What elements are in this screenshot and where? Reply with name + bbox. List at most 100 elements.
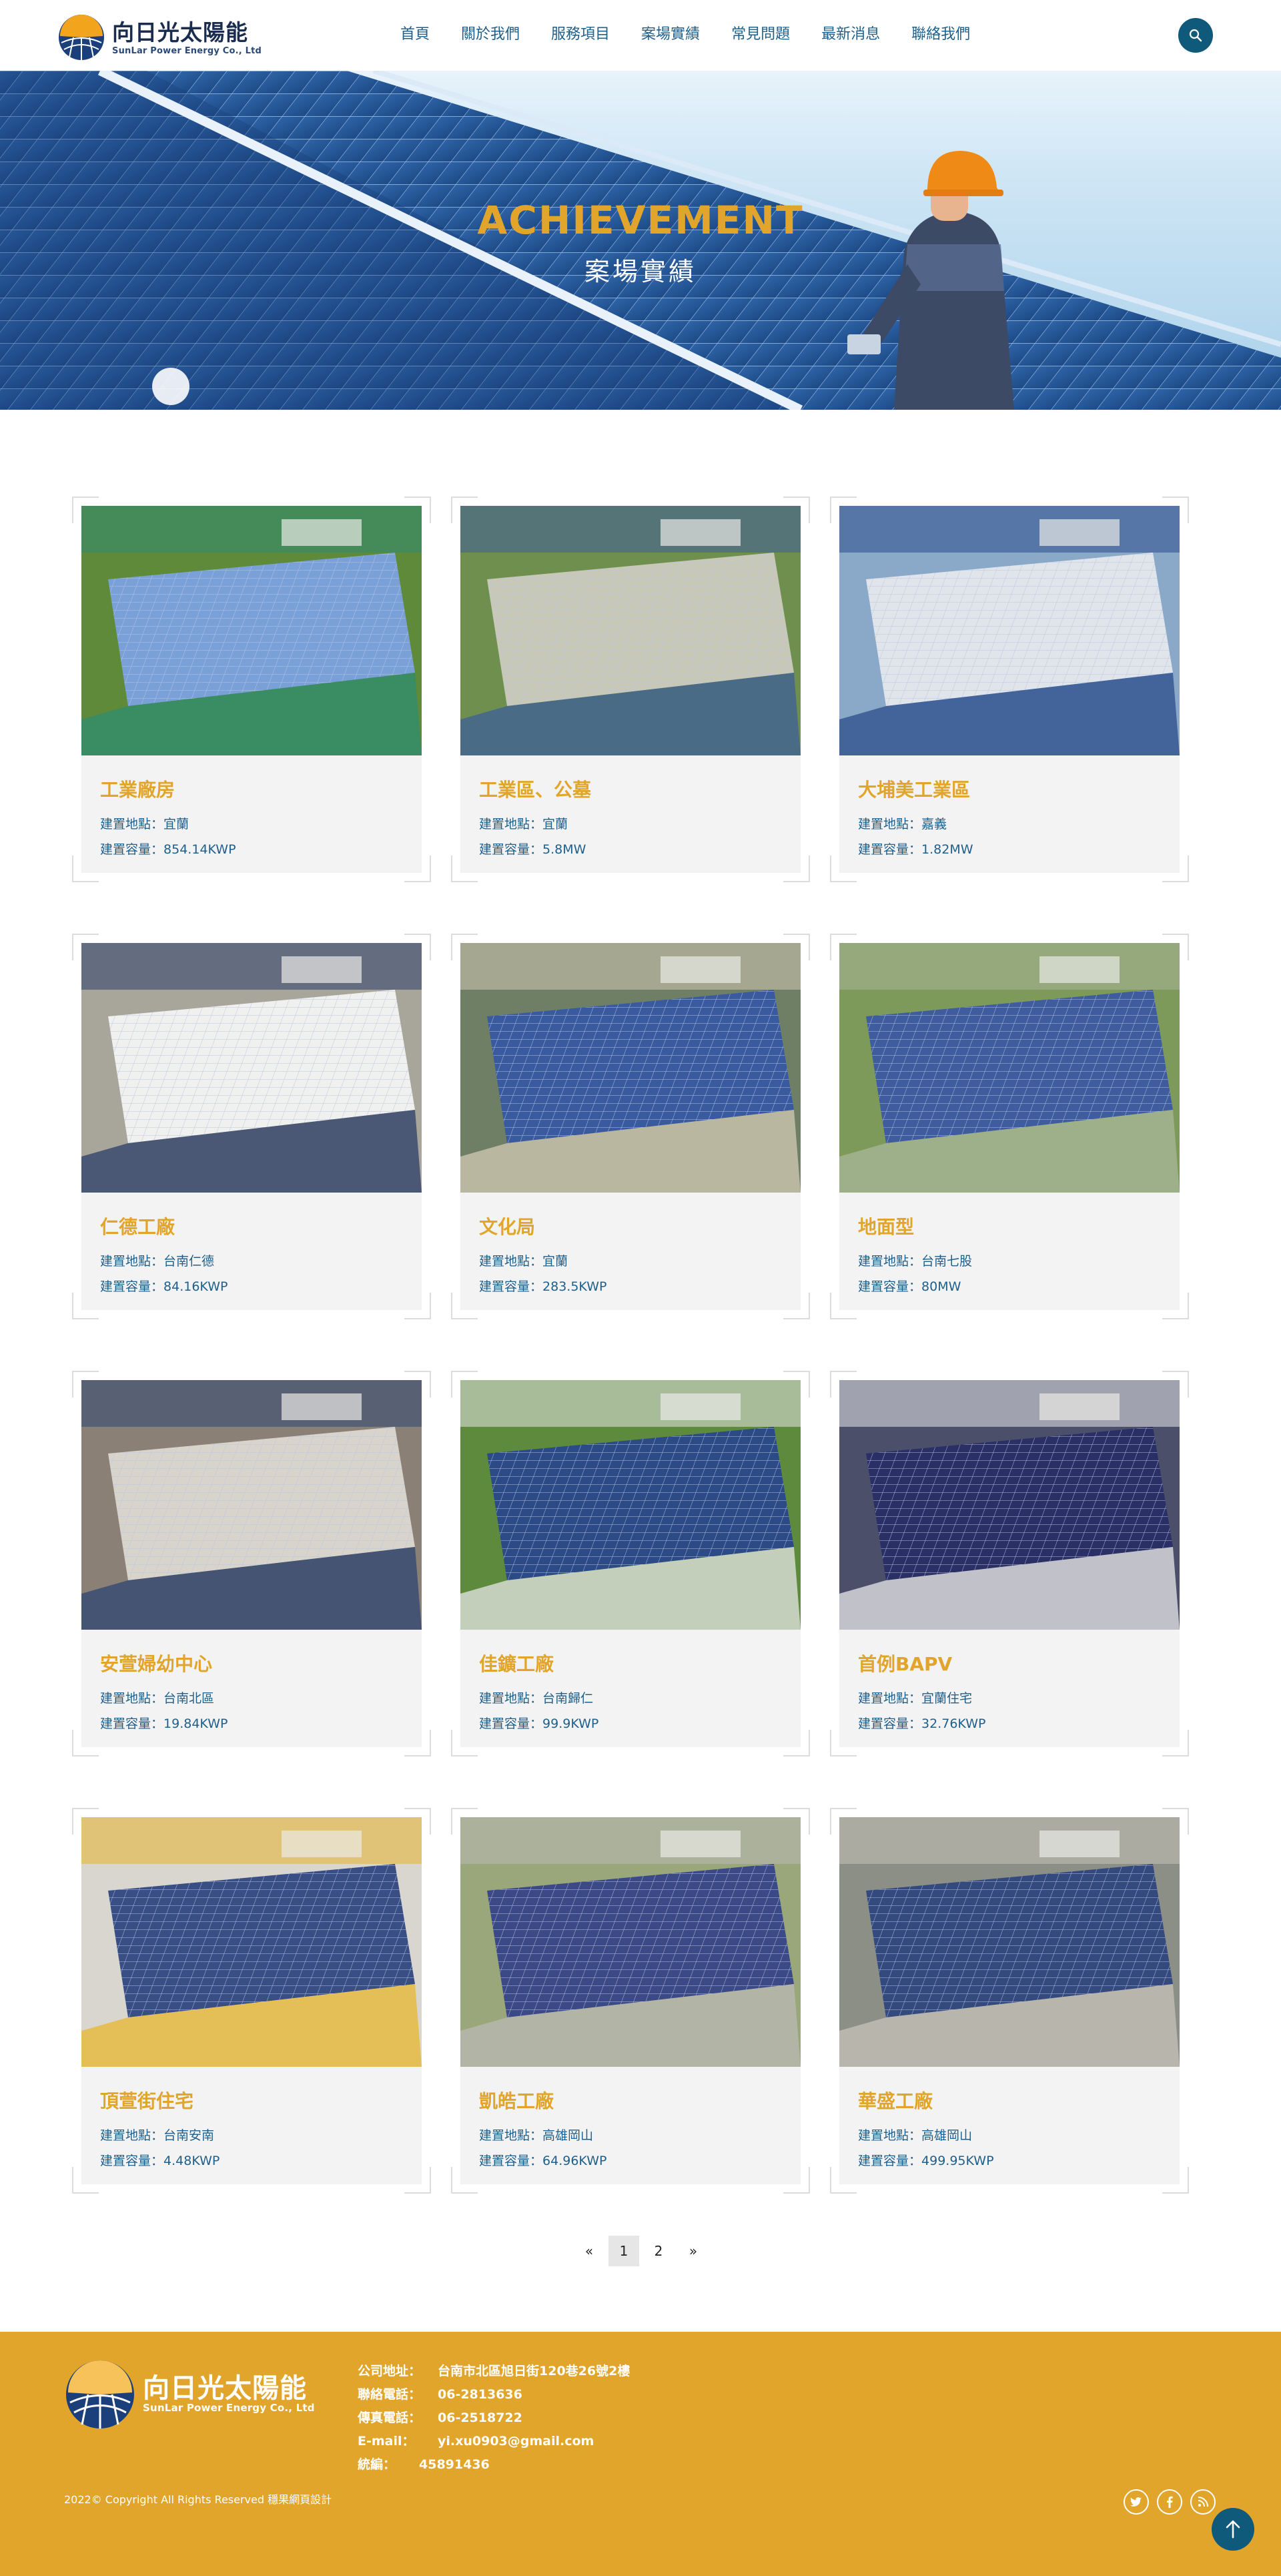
- footer-address-row: 公司地址： 台南市北區旭日街120巷26號2樓: [358, 2360, 630, 2383]
- project-title: 凱皓工廠: [479, 2090, 554, 2112]
- site-header: 向日光太陽能 SunLar Power Energy Co., Ltd 首頁 關…: [0, 0, 1281, 71]
- back-to-top-button[interactable]: [1212, 2508, 1254, 2551]
- site-logo[interactable]: 向日光太陽能 SunLar Power Energy Co., Ltd: [57, 13, 262, 61]
- project-card[interactable]: 頂萱街住宅 建置地點：台南安南 建置容量：4.48KWP: [70, 1806, 433, 2196]
- sun-globe-icon: [57, 13, 105, 61]
- project-photo[interactable]: [460, 1380, 801, 1630]
- footer-email[interactable]: yi.xu0903@gmail.com: [438, 2430, 594, 2453]
- project-info: 頂萱街住宅 建置地點：台南安南 建置容量：4.48KWP: [81, 2067, 422, 2184]
- project-photo[interactable]: [81, 1817, 422, 2067]
- project-photo[interactable]: [839, 1380, 1180, 1630]
- project-photo[interactable]: [81, 943, 422, 1193]
- footer-contact-info: 公司地址： 台南市北區旭日街120巷26號2樓 聯絡電話： 06-2813636…: [358, 2360, 630, 2477]
- rss-icon[interactable]: [1190, 2489, 1216, 2515]
- project-location: 建置地點：高雄岡山: [858, 2128, 973, 2143]
- footer-info-key: 聯絡電話：: [358, 2387, 422, 2402]
- footer-taxid-row: 統編： 45891436: [358, 2453, 630, 2477]
- project-photo[interactable]: [81, 1380, 422, 1630]
- footer-info-key: 傳真電話：: [358, 2410, 422, 2425]
- solar-installation-photo: [839, 1817, 1180, 2067]
- project-photo[interactable]: [81, 506, 422, 755]
- project-info: 工業廠房 建置地點：宜蘭 建置容量：854.14KWP: [81, 755, 422, 873]
- nav-faq[interactable]: 常見問題: [731, 24, 790, 45]
- project-title: 仁德工廠: [100, 1216, 175, 1238]
- footer-phone[interactable]: 06-2813636: [438, 2383, 522, 2406]
- project-title: 工業廠房: [100, 779, 175, 801]
- project-capacity: 建置容量：1.82MW: [858, 842, 973, 857]
- project-info: 仁德工廠 建置地點：台南仁德 建置容量：84.16KWP: [81, 1193, 422, 1310]
- footer-info-key: E-mail：: [358, 2434, 415, 2449]
- pagination-next[interactable]: »: [678, 2236, 709, 2266]
- project-info: 佳鑛工廠 建置地點：台南歸仁 建置容量：99.9KWP: [460, 1630, 801, 1747]
- nav-contact[interactable]: 聯絡我們: [911, 24, 970, 45]
- project-title: 地面型: [858, 1216, 915, 1238]
- project-info: 華盛工廠 建置地點：高雄岡山 建置容量：499.95KWP: [839, 2067, 1180, 2184]
- project-location: 建置地點：台南北區: [100, 1691, 215, 1706]
- social-links: [1124, 2489, 1224, 2515]
- project-card[interactable]: 仁德工廠 建置地點：台南仁德 建置容量：84.16KWP: [70, 932, 433, 1321]
- project-title: 安萱婦幼中心: [100, 1653, 213, 1675]
- project-card[interactable]: 華盛工廠 建置地點：高雄岡山 建置容量：499.95KWP: [828, 1806, 1191, 2196]
- project-info: 工業區、公墓 建置地點：宜蘭 建置容量：5.8MW: [460, 755, 801, 873]
- project-title: 大埔美工業區: [858, 779, 971, 801]
- project-card[interactable]: 文化局 建置地點：宜蘭 建置容量：283.5KWP: [449, 932, 812, 1321]
- sun-globe-icon: [64, 2358, 136, 2431]
- nav-services[interactable]: 服務項目: [551, 24, 610, 45]
- project-card[interactable]: 工業廠房 建置地點：宜蘭 建置容量：854.14KWP: [70, 495, 433, 884]
- project-location: 建置地點：宜蘭: [479, 1254, 568, 1269]
- project-info: 大埔美工業區 建置地點：嘉義 建置容量：1.82MW: [839, 755, 1180, 873]
- project-location: 建置地點：宜蘭: [100, 817, 189, 832]
- search-button[interactable]: [1178, 18, 1213, 53]
- arrow-up-icon: [1226, 2520, 1240, 2539]
- pagination-page-2[interactable]: 2: [643, 2236, 674, 2266]
- footer-logo[interactable]: 向日光太陽能 SunLar Power Energy Co., Ltd: [64, 2358, 315, 2431]
- project-capacity: 建置容量：19.84KWP: [100, 1716, 228, 1731]
- project-photo[interactable]: [839, 506, 1180, 755]
- hero-subtitle: 案場實績: [584, 257, 697, 286]
- project-capacity: 建置容量：499.95KWP: [858, 2154, 994, 2168]
- solar-installation-photo: [839, 506, 1180, 755]
- nav-about[interactable]: 關於我們: [461, 24, 520, 45]
- project-title: 首例BAPV: [858, 1653, 953, 1675]
- project-photo[interactable]: [460, 943, 801, 1193]
- project-photo[interactable]: [460, 506, 801, 755]
- nav-home[interactable]: 首頁: [400, 24, 430, 45]
- project-info: 地面型 建置地點：台南七股 建置容量：80MW: [839, 1193, 1180, 1310]
- project-card[interactable]: 地面型 建置地點：台南七股 建置容量：80MW: [828, 932, 1191, 1321]
- footer-info-key: 統編：: [358, 2457, 396, 2472]
- project-title: 工業區、公墓: [479, 779, 592, 801]
- footer-logo-name-en: SunLar Power Energy Co., Ltd: [143, 2402, 315, 2414]
- logo-name-en: SunLar Power Energy Co., Ltd: [112, 45, 262, 56]
- facebook-icon[interactable]: [1157, 2489, 1182, 2515]
- project-card[interactable]: 凱皓工廠 建置地點：高雄岡山 建置容量：64.96KWP: [449, 1806, 812, 2196]
- solar-installation-photo: [460, 1380, 801, 1630]
- project-photo[interactable]: [839, 943, 1180, 1193]
- project-title: 頂萱街住宅: [100, 2090, 194, 2112]
- footer-logo-name-cn: 向日光太陽能: [143, 2373, 307, 2404]
- footer-phone-row: 聯絡電話： 06-2813636: [358, 2383, 630, 2406]
- project-info: 安萱婦幼中心 建置地點：台南北區 建置容量：19.84KWP: [81, 1630, 422, 1747]
- solar-installation-photo: [460, 943, 801, 1193]
- project-photo[interactable]: [839, 1817, 1180, 2067]
- nav-projects[interactable]: 案場實績: [641, 24, 700, 45]
- solar-installation-photo: [81, 506, 422, 755]
- project-photo[interactable]: [460, 1817, 801, 2067]
- pagination-prev[interactable]: «: [574, 2236, 604, 2266]
- nav-news[interactable]: 最新消息: [821, 24, 880, 45]
- project-card[interactable]: 佳鑛工廠 建置地點：台南歸仁 建置容量：99.9KWP: [449, 1369, 812, 1758]
- solar-installation-photo: [81, 943, 422, 1193]
- project-location: 建置地點：宜蘭: [479, 817, 568, 832]
- solar-installation-photo: [81, 1380, 422, 1630]
- project-card[interactable]: 首例BAPV 建置地點：宜蘭住宅 建置容量：32.76KWP: [828, 1369, 1191, 1758]
- hero-title: ACHIEVEMENT: [477, 198, 804, 243]
- solar-installation-photo: [81, 1817, 422, 2067]
- twitter-icon[interactable]: [1124, 2489, 1149, 2515]
- project-card[interactable]: 大埔美工業區 建置地點：嘉義 建置容量：1.82MW: [828, 495, 1191, 884]
- project-capacity: 建置容量：64.96KWP: [479, 2154, 607, 2168]
- solar-installation-photo: [839, 943, 1180, 1193]
- project-card[interactable]: 安萱婦幼中心 建置地點：台南北區 建置容量：19.84KWP: [70, 1369, 433, 1758]
- project-capacity: 建置容量：84.16KWP: [100, 1279, 228, 1294]
- project-card[interactable]: 工業區、公墓 建置地點：宜蘭 建置容量：5.8MW: [449, 495, 812, 884]
- pagination-page-1[interactable]: 1: [608, 2236, 639, 2266]
- project-title: 佳鑛工廠: [479, 1653, 554, 1675]
